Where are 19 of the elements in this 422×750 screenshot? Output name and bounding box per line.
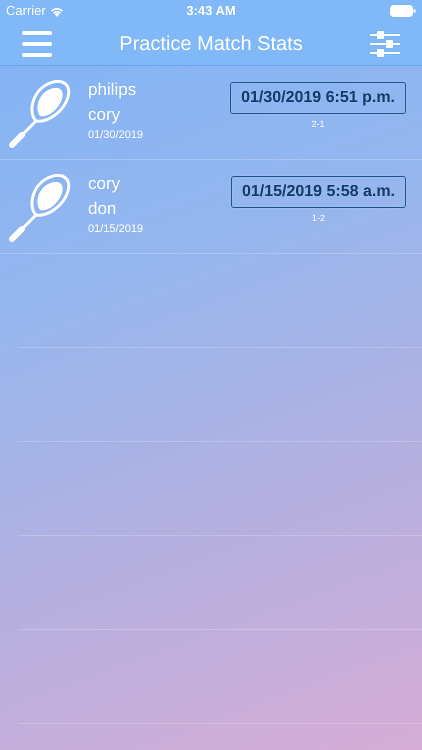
- menu-button[interactable]: [22, 30, 52, 56]
- settings-button[interactable]: [370, 30, 400, 56]
- match-date: 01/30/2019: [88, 128, 144, 142]
- player-name: philips: [88, 78, 138, 100]
- status-time: 3:43 AM: [186, 2, 236, 20]
- score-label: 2-1: [312, 118, 325, 131]
- wifi-icon: [50, 6, 64, 16]
- match-date: 01/15/2019: [88, 222, 144, 236]
- match-row[interactable]: cory don 01/15/2019 01/15/2019 5:58 a.m. 1-2: [0, 160, 422, 254]
- datetime-badge: 01/30/2019 6:51 p.m.: [230, 82, 406, 114]
- battery-icon: [390, 5, 416, 17]
- score-label: 1-2: [312, 212, 325, 225]
- match-row[interactable]: philips cory 01/30/2019 01/30/2019 6:51 p.m. 2-1: [0, 66, 422, 160]
- player-name: don: [88, 198, 118, 220]
- player-name: cory: [88, 104, 122, 126]
- datetime-badge: 01/15/2019 5:58 a.m.: [230, 176, 406, 208]
- nav-title: Practice Match Stats: [119, 32, 303, 56]
- carrier-label: Carrier: [6, 2, 46, 20]
- player-name: cory: [88, 172, 122, 194]
